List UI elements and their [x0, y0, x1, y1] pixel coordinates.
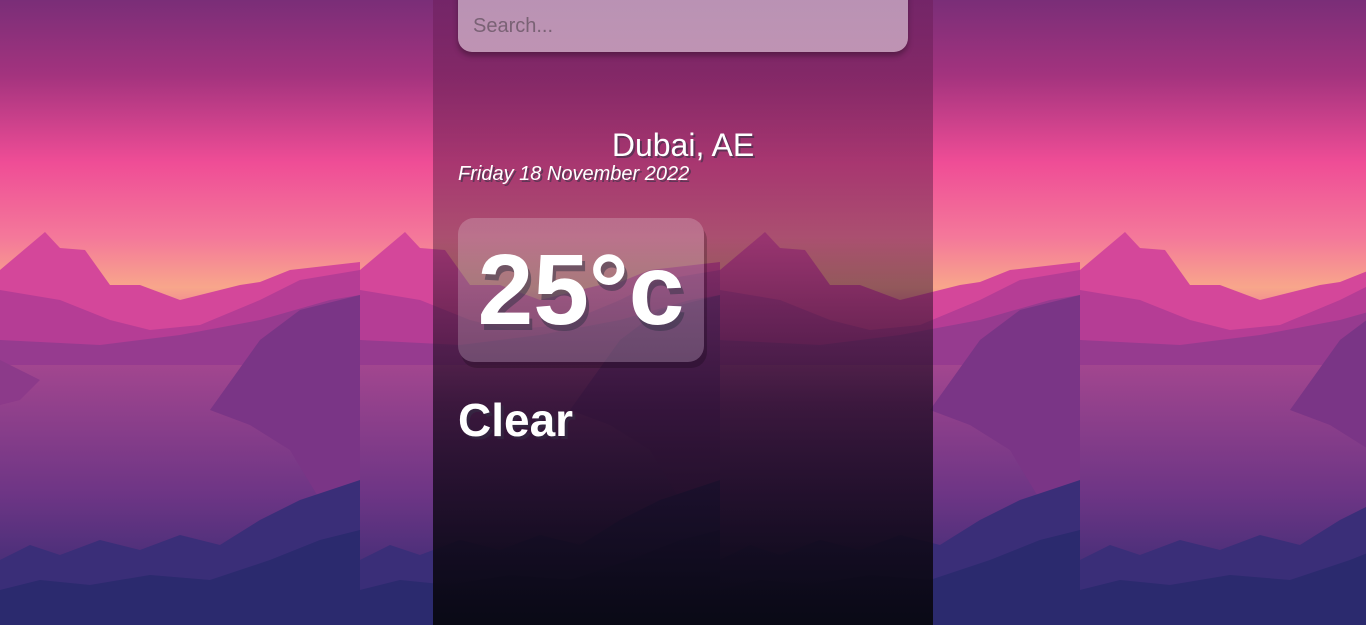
weather-panel: Dubai, AE Friday 18 November 2022 25°c C… — [433, 0, 933, 625]
search-input[interactable] — [458, 0, 908, 52]
landscape-tile — [1080, 0, 1366, 625]
location-name: Dubai, AE — [611, 127, 755, 163]
current-date: Friday 18 November 2022 — [458, 163, 690, 185]
temperature-display: 25°c — [458, 218, 704, 362]
landscape-tile — [0, 0, 360, 625]
weather-condition: Clear — [458, 394, 574, 446]
